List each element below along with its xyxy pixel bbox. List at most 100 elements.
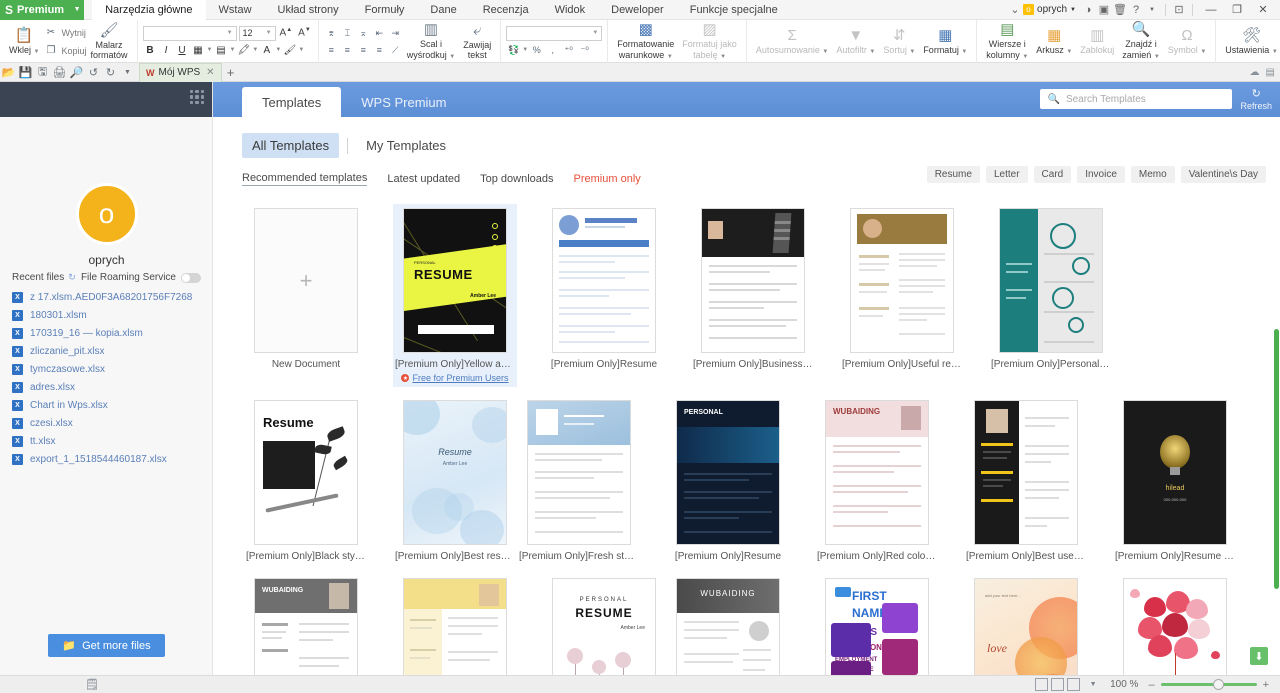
template-thumbnail-personal-gray[interactable]: WUBAIDING bbox=[254, 578, 358, 675]
shrink-font-button[interactable]: A▼ bbox=[296, 27, 313, 38]
open-folder-icon[interactable]: 📂 bbox=[0, 63, 17, 82]
premium-badge[interactable]: S Premium bbox=[0, 0, 71, 20]
tab-templates[interactable]: Templates bbox=[242, 87, 342, 117]
premium-dropdown-caret-icon[interactable]: ▼ bbox=[70, 0, 85, 20]
copy-button[interactable]: ❐ Kopiuj bbox=[43, 42, 86, 60]
list-item[interactable]: Xz 17.xlsm.AED0F3A68201756F7268 bbox=[0, 288, 213, 306]
template-thumbnail-beautiful-color[interactable]: PERSONAL RESUME Amber Lee bbox=[552, 578, 656, 675]
template-subcaption[interactable]: ★ Free for Premium Users bbox=[393, 373, 517, 387]
template-thumbnail-red-color[interactable]: WUBAIDING bbox=[825, 400, 929, 545]
zoom-in-button[interactable]: + bbox=[1260, 679, 1272, 691]
redo-icon[interactable]: ↻ bbox=[102, 63, 119, 82]
template-thumbnail-wubaiding[interactable]: WUBAIDING bbox=[676, 578, 780, 675]
avatar[interactable]: o bbox=[75, 183, 138, 245]
save-as-icon[interactable]: 🖫 bbox=[34, 63, 51, 82]
minimize-button[interactable]: — bbox=[1198, 0, 1224, 20]
user-account-chip[interactable]: o oprych ▼ bbox=[1023, 4, 1076, 15]
ribbon-tab-review[interactable]: Recenzja bbox=[470, 0, 542, 20]
ribbon-tab-insert[interactable]: Wstaw bbox=[206, 0, 265, 20]
list-item[interactable]: Xadres.xlsx bbox=[0, 378, 213, 396]
subfilter-premium-only[interactable]: Premium only bbox=[574, 173, 641, 185]
percent-style-icon[interactable]: % bbox=[529, 43, 544, 58]
format-as-table-button[interactable]: ▨ Formatuj jako tabelę ▼ bbox=[678, 21, 741, 62]
align-bottom-icon[interactable]: ⌅ bbox=[356, 26, 371, 41]
help-icon[interactable]: ? bbox=[1128, 0, 1144, 20]
cloud-sync-icon[interactable]: ◑ bbox=[1080, 0, 1096, 20]
template-card[interactable]: [Premium Only]Fresh style ... bbox=[517, 396, 641, 565]
new-document-thumbnail[interactable]: + bbox=[254, 208, 358, 353]
template-card[interactable]: add your text here... love bbox=[964, 574, 1088, 675]
cloud-icon[interactable]: ☁ bbox=[1250, 67, 1260, 78]
templates-scrollbar[interactable] bbox=[1274, 329, 1279, 589]
template-thumbnail-dark-resume[interactable]: PERSONAL bbox=[676, 400, 780, 545]
subfilter-top-downloads[interactable]: Top downloads bbox=[480, 173, 553, 185]
trash-icon[interactable]: 🗑 bbox=[1112, 0, 1128, 20]
cut-button[interactable]: ✂ Wytnij bbox=[43, 24, 86, 42]
search-box[interactable]: 🔍 bbox=[1040, 89, 1233, 109]
template-card[interactable]: [Premium Only]Useful resu... bbox=[840, 204, 964, 387]
font-size-input[interactable]: 12 ▼ bbox=[238, 25, 276, 41]
maximize-button[interactable]: ❐ bbox=[1224, 0, 1250, 20]
list-item[interactable]: X Chart in Wps.xlsx bbox=[0, 396, 213, 414]
justify-icon[interactable]: ≡ bbox=[372, 43, 387, 58]
ribbon-tab-developer[interactable]: Deweloper bbox=[598, 0, 677, 20]
subfilter-recommended[interactable]: Recommended templates bbox=[242, 172, 368, 186]
titlebar-caret-icon[interactable]: ⌄ bbox=[1007, 0, 1023, 20]
filter-my-templates[interactable]: My Templates bbox=[356, 133, 456, 158]
font-color-icon[interactable]: A bbox=[259, 43, 274, 58]
currency-icon[interactable]: 💱 bbox=[506, 43, 521, 58]
arrow-down-icon[interactable]: ⬇ bbox=[1250, 647, 1268, 665]
refresh-icon[interactable]: ↻ bbox=[68, 272, 76, 283]
print-icon[interactable]: 🖨 bbox=[51, 63, 68, 82]
filter-all-templates[interactable]: All Templates bbox=[242, 133, 340, 158]
ribbon-tab-data[interactable]: Dane bbox=[417, 0, 469, 20]
template-card-new-document[interactable]: + New Document bbox=[244, 204, 368, 387]
find-replace-button[interactable]: 🔍 Znajdź i zamień ▼ bbox=[1118, 21, 1163, 62]
template-thumbnail-business-suit[interactable] bbox=[701, 208, 805, 353]
get-more-files-button[interactable]: 📁 Get more files bbox=[48, 634, 165, 657]
freeze-panes-button[interactable]: ▥ Zablokuj bbox=[1076, 21, 1118, 62]
chevron-down-icon[interactable]: ▼ bbox=[1083, 676, 1103, 693]
format-painter-button[interactable]: 🖌 Malarz formatów bbox=[87, 21, 132, 62]
ribbon-tab-formulas[interactable]: Formuły bbox=[352, 0, 418, 20]
template-card[interactable]: [Premium Only]Personal Re... bbox=[989, 204, 1113, 387]
font-name-input[interactable]: ▼ bbox=[142, 25, 237, 41]
decrease-decimal-icon[interactable]: ⁻⁰ bbox=[577, 43, 592, 58]
fill-color-icon[interactable]: 🖍 bbox=[236, 43, 251, 58]
template-thumbnail-first-name[interactable]: FIRST NAME DETAILS EDUCATION EMPLOYMENT … bbox=[825, 578, 929, 675]
orientation-icon[interactable]: ⟋ bbox=[388, 43, 403, 58]
print-preview-icon[interactable]: 🔎 bbox=[68, 63, 85, 82]
align-right-icon[interactable]: ≡ bbox=[356, 43, 371, 58]
sheet-button[interactable]: ▦ Arkusz ▼ bbox=[1032, 21, 1076, 62]
merge-center-button[interactable]: ▥ Scal i wyśrodkuj ▼ bbox=[403, 21, 459, 62]
tag-memo[interactable]: Memo bbox=[1130, 166, 1175, 183]
autosum-button[interactable]: Σ Autosumowanie ▼ bbox=[752, 21, 833, 62]
settings-button[interactable]: 🛠 Ustawienia ▼ bbox=[1221, 21, 1280, 62]
borders-icon[interactable]: ▦ bbox=[191, 43, 206, 58]
ribbon-tab-view[interactable]: Widok bbox=[542, 0, 599, 20]
list-item[interactable]: X 180301.xlsm bbox=[0, 306, 213, 324]
zoom-slider[interactable] bbox=[1160, 679, 1257, 690]
rows-columns-button[interactable]: ▤ Wiersze i kolumny ▼ bbox=[982, 21, 1032, 62]
list-item[interactable]: Xtt.xlsx bbox=[0, 432, 213, 450]
subfilter-latest-updated[interactable]: Latest updated bbox=[387, 173, 460, 185]
template-thumbnail-fresh-style[interactable] bbox=[527, 400, 631, 545]
tag-invoice[interactable]: Invoice bbox=[1077, 166, 1125, 183]
italic-button[interactable]: I bbox=[159, 43, 174, 58]
document-tab-my-wps[interactable]: W Mój WPS ✕ bbox=[139, 62, 222, 82]
bold-button[interactable]: B bbox=[143, 43, 158, 58]
underline-button[interactable]: U bbox=[175, 43, 190, 58]
calendar-note-icon[interactable]: 🗒 bbox=[82, 676, 102, 693]
apps-grid-icon[interactable] bbox=[190, 90, 204, 104]
panel-toggle-icon[interactable]: ▤ bbox=[1266, 67, 1275, 78]
wrap-text-button[interactable]: ⤶ Zawijaj tekst bbox=[459, 21, 495, 62]
template-thumbnail-balloon-hearts[interactable] bbox=[1123, 578, 1227, 675]
page-layout-icon[interactable] bbox=[1051, 678, 1065, 691]
sort-button[interactable]: ⇵ Sortuj ▼ bbox=[879, 21, 919, 62]
template-thumbnail-watercolor[interactable]: Resume Amber Lee bbox=[403, 400, 507, 545]
decrease-indent-icon[interactable]: ⇤ bbox=[372, 26, 387, 41]
cell-style-icon[interactable]: ▤ bbox=[213, 43, 228, 58]
template-card[interactable]: [Premium Only]Resume bbox=[542, 204, 666, 387]
new-tab-button[interactable]: + bbox=[222, 63, 240, 82]
template-thumbnail-teal-resume[interactable] bbox=[999, 208, 1103, 353]
